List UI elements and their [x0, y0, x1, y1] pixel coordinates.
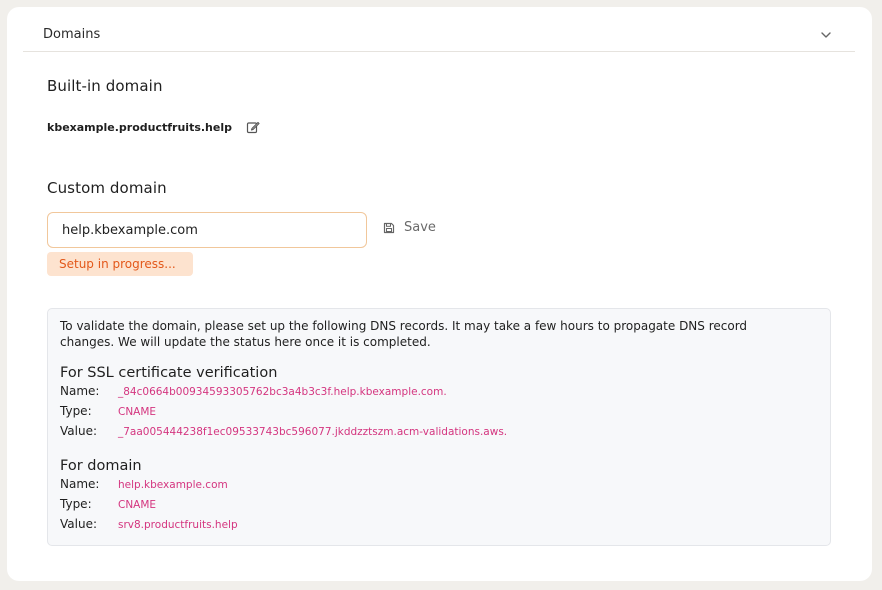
ssl-type-row: Type: CNAME	[60, 404, 818, 424]
ssl-value-value: _7aa005444238f1ec09533743bc596077.jkddzz…	[118, 426, 508, 438]
ssl-name-row: Name: _84c0664b00934593305762bc3a4b3c3f.…	[60, 384, 818, 404]
chevron-down-icon[interactable]	[819, 28, 833, 42]
domain-name-label: Name:	[60, 477, 100, 491]
ssl-type-label: Type:	[60, 404, 92, 418]
builtin-domain-row: kbexample.productfruits.help	[47, 120, 260, 134]
custom-domain-field[interactable]	[47, 212, 367, 248]
floppy-disk-icon	[383, 222, 395, 234]
domain-type-label: Type:	[60, 497, 92, 511]
custom-domain-heading: Custom domain	[47, 179, 167, 197]
domains-card: Domains Built-in domain kbexample.produc…	[7, 7, 872, 581]
dns-instructions-panel: To validate the domain, please set up th…	[47, 308, 831, 546]
ssl-type-value: CNAME	[118, 406, 157, 418]
domain-value-value: srv8.productfruits.help	[118, 519, 238, 531]
domain-value-row: Value: srv8.productfruits.help	[60, 517, 818, 537]
domain-name-row: Name: help.kbexample.com	[60, 477, 818, 497]
domain-type-row: Type: CNAME	[60, 497, 818, 517]
ssl-name-label: Name:	[60, 384, 100, 398]
domain-name-value: help.kbexample.com	[118, 479, 228, 491]
domains-section-header[interactable]: Domains	[23, 7, 855, 52]
domain-record-heading: For domain	[60, 458, 142, 474]
ssl-verification-heading: For SSL certificate verification	[60, 365, 278, 381]
section-title: Domains	[43, 27, 101, 42]
ssl-value-row: Value: _7aa005444238f1ec09533743bc596077…	[60, 424, 818, 444]
ssl-value-label: Value:	[60, 424, 97, 438]
save-button[interactable]: Save	[383, 220, 436, 235]
ssl-name-value: _84c0664b00934593305762bc3a4b3c3f.help.k…	[118, 386, 447, 398]
domain-value-label: Value:	[60, 517, 97, 531]
dns-intro-text: To validate the domain, please set up th…	[60, 319, 748, 349]
builtin-domain-heading: Built-in domain	[47, 77, 163, 95]
custom-domain-input[interactable]	[48, 213, 366, 247]
status-badge: Setup in progress...	[47, 252, 193, 276]
builtin-domain-value: kbexample.productfruits.help	[47, 120, 232, 134]
domain-type-value: CNAME	[118, 499, 157, 511]
edit-icon[interactable]	[246, 120, 260, 134]
save-button-label: Save	[404, 220, 436, 235]
